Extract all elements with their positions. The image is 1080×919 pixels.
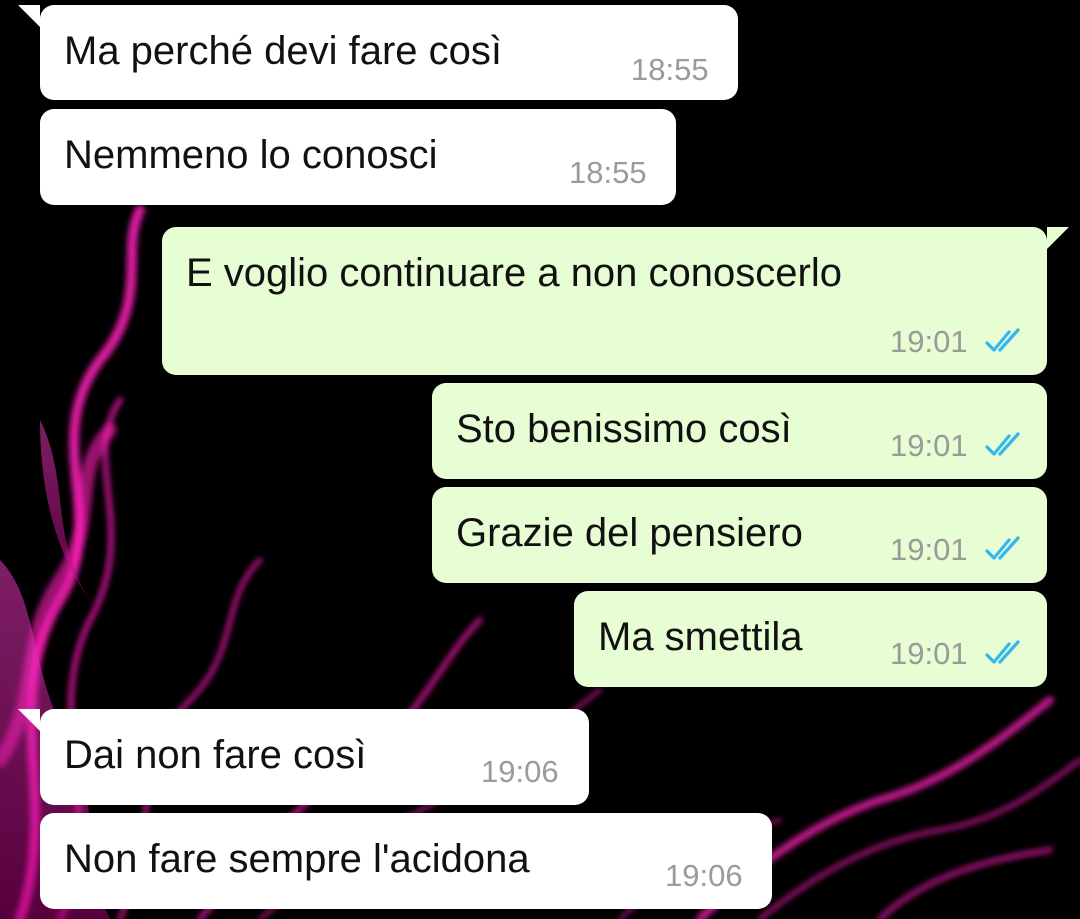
message-timestamp: 18:55	[569, 155, 647, 190]
double-check-read-icon	[985, 328, 1020, 352]
message-text: Ma smettila	[598, 615, 803, 659]
outgoing-message[interactable]: Grazie del pensiero 19:01	[432, 487, 1047, 583]
double-check-read-icon	[985, 432, 1020, 456]
message-text: Dai non fare così	[64, 733, 367, 777]
bubble-tail	[18, 709, 40, 731]
message-text: E voglio continuare a non conoscerlo	[186, 251, 842, 295]
incoming-message[interactable]: Ma perché devi fare così 18:55	[18, 5, 738, 100]
double-check-read-icon	[985, 536, 1020, 560]
message-timestamp: 18:55	[631, 52, 709, 87]
message-text: Non fare sempre l'acidona	[64, 837, 530, 881]
message-text: Grazie del pensiero	[456, 511, 803, 555]
outgoing-message[interactable]: E voglio continuare a non conoscerlo 19:…	[162, 227, 1069, 375]
outgoing-message[interactable]: Ma smettila 19:01	[574, 591, 1047, 687]
message-timestamp: 19:01	[890, 532, 968, 567]
incoming-message[interactable]: Dai non fare così 19:06	[18, 709, 589, 805]
message-timestamp: 19:06	[665, 858, 743, 893]
message-timestamp: 19:01	[890, 324, 968, 359]
message-timestamp: 19:06	[481, 754, 559, 789]
bubble-tail	[18, 5, 40, 27]
outgoing-message[interactable]: Sto benissimo così 19:01	[432, 383, 1047, 479]
message-text: Ma perché devi fare così	[64, 29, 502, 73]
message-timestamp: 19:01	[890, 428, 968, 463]
message-text: Sto benissimo così	[456, 407, 792, 451]
incoming-message[interactable]: Non fare sempre l'acidona 19:06	[40, 813, 772, 909]
double-check-read-icon	[985, 640, 1020, 664]
message-text: Nemmeno lo conosci	[64, 133, 438, 177]
incoming-message[interactable]: Nemmeno lo conosci 18:55	[40, 109, 676, 205]
bubble-tail	[1047, 227, 1069, 249]
message-timestamp: 19:01	[890, 636, 968, 671]
